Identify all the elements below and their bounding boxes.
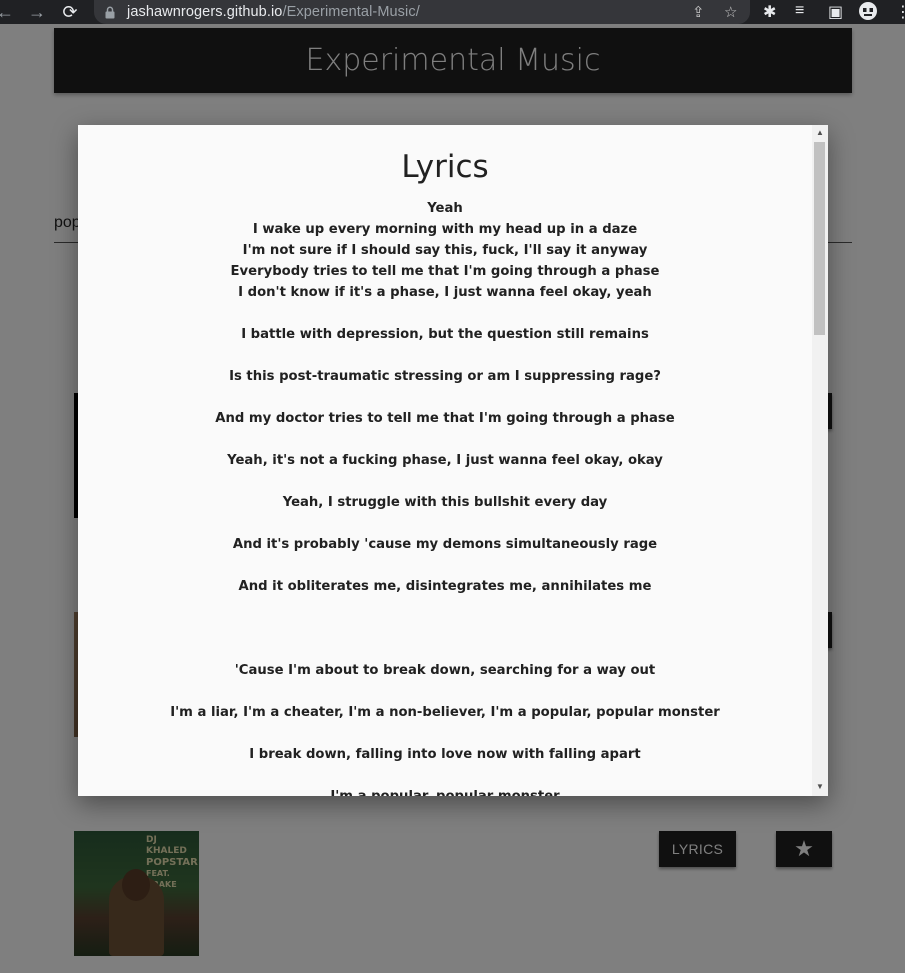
- lyric-line: I break down, falling into love now with…: [249, 747, 641, 762]
- lyric-line: [78, 597, 812, 618]
- lyric-line: Yeah, I struggle with this bullshit ever…: [282, 495, 608, 510]
- lyric-line: 'Cause I'm about to break down, searchin…: [234, 663, 656, 678]
- lyric-line: I battle with depression, but the questi…: [241, 327, 649, 342]
- address-bar[interactable]: jashawnrogers.github.io/Experimental-Mus…: [94, 0, 750, 24]
- lyrics-modal: Lyrics Yeah I wake up every morning with …: [78, 125, 828, 796]
- url-host: jashawnrogers.github.io: [127, 4, 283, 20]
- lyric-line: I'm not sure if I should say this, fuck,…: [242, 243, 648, 258]
- lyric-line: I'm a popular, popular monster: [78, 786, 812, 796]
- lyric-line: Yeah: [427, 201, 463, 216]
- lyric-line: [78, 765, 812, 786]
- lock-icon: [104, 6, 116, 19]
- lyric-line: [78, 303, 812, 324]
- reload-icon[interactable]: ⟳: [53, 0, 87, 24]
- lyric-line: [78, 387, 812, 408]
- scroll-thumb[interactable]: [814, 142, 825, 335]
- lyric-line: I'm a liar, I'm a cheater, I'm a non-bel…: [170, 705, 720, 720]
- lyric-line: I wake up every morning with my head up …: [252, 222, 638, 237]
- share-icon[interactable]: ⇪: [692, 3, 705, 21]
- url-text: jashawnrogers.github.io/Experimental-Mus…: [127, 4, 420, 20]
- side-panel-icon[interactable]: ▣: [828, 2, 843, 22]
- lyric-line: [78, 723, 812, 744]
- lyrics-modal-content: Lyrics Yeah I wake up every morning with …: [78, 125, 812, 796]
- lyric-line: [78, 471, 812, 492]
- modal-title: Lyrics: [401, 149, 489, 185]
- profile-avatar-icon[interactable]: [858, 1, 878, 26]
- lyric-line: [78, 429, 812, 450]
- lyric-line: Is this post-traumatic stressing or am I…: [229, 369, 661, 384]
- lyric-line: [78, 513, 812, 534]
- scroll-down-icon[interactable]: ▼: [812, 780, 828, 794]
- media-queue-icon[interactable]: ≡: [795, 2, 804, 20]
- lyric-line: I don't know if it's a phase, I just wan…: [238, 285, 652, 300]
- scroll-up-icon[interactable]: ▲: [812, 126, 828, 140]
- lyrics-text: Yeah I wake up every morning with my head…: [78, 198, 812, 796]
- lyric-line: [78, 618, 812, 639]
- browser-toolbar: ← → ⟳ jashawnrogers.github.io/Experiment…: [0, 0, 905, 24]
- bookmark-star-icon[interactable]: ☆: [724, 3, 737, 21]
- lyric-line: [78, 345, 812, 366]
- lyric-line: And my doctor tries to tell me that I'm …: [215, 411, 675, 426]
- lyric-line: And it obliterates me, disintegrates me,…: [238, 579, 652, 594]
- lyric-line: And it's probably 'cause my demons simul…: [232, 537, 658, 552]
- forward-arrow-icon[interactable]: →: [26, 0, 48, 24]
- lyric-line: [78, 639, 812, 660]
- modal-scrollbar[interactable]: ▲ ▼: [812, 125, 828, 796]
- url-path: /Experimental-Music/: [282, 4, 420, 20]
- extensions-puzzle-icon[interactable]: ✱: [763, 2, 776, 22]
- lyric-line: Everybody tries to tell me that I'm goin…: [230, 264, 660, 279]
- lyric-line: [78, 555, 812, 576]
- back-arrow-icon[interactable]: ←: [0, 0, 16, 24]
- lyric-line: [78, 681, 812, 702]
- browser-menu-icon[interactable]: ⋮: [895, 2, 905, 22]
- lyric-line: Yeah, it's not a fucking phase, I just w…: [227, 453, 663, 468]
